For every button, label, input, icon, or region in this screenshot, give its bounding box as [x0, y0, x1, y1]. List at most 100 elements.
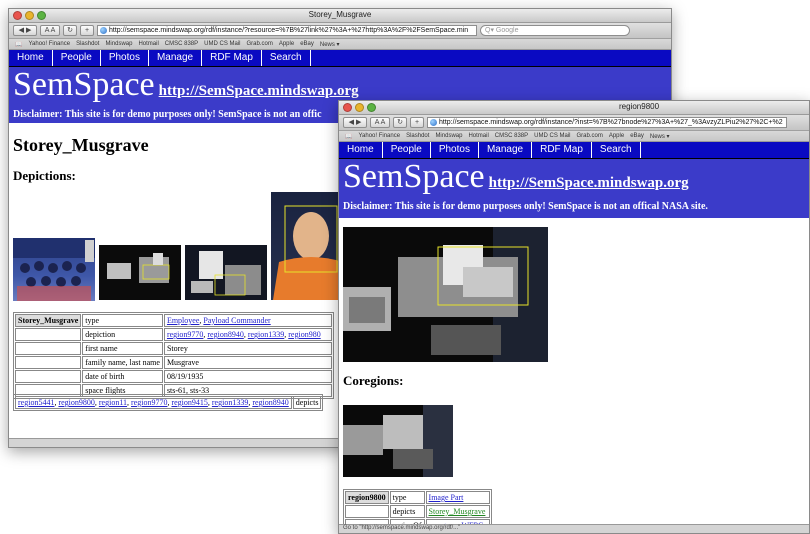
bookmark-item[interactable]: CMSC 838P — [165, 41, 198, 47]
value-link[interactable]: Storey_Musgrave — [429, 507, 486, 516]
bookmark-item[interactable]: Mindswap — [105, 41, 132, 47]
value-link[interactable]: Payload Commander — [203, 316, 270, 325]
subject-cell — [15, 342, 82, 355]
reload-icon[interactable]: ↻ — [63, 25, 77, 36]
bookmark-item[interactable]: Yahoo! Finance — [358, 133, 400, 139]
bookmarks-book-icon[interactable]: 📖 — [345, 133, 352, 140]
bookmarks-book-icon[interactable]: 📖 — [15, 41, 22, 48]
table-row: region5441, region9800, region11, region… — [15, 396, 322, 409]
spacewalk-thumbnail-1[interactable] — [99, 245, 181, 300]
address-field[interactable]: http://semspace.mindswap.org/rdf/instanc… — [427, 117, 787, 128]
table-row: depicts Storey_Musgrave — [345, 505, 490, 518]
address-field[interactable]: http://semspace.mindswap.org/rdf/instanc… — [97, 25, 477, 36]
window-title: Storey_Musgrave — [308, 10, 372, 19]
crew-photo-thumbnail[interactable] — [13, 238, 95, 301]
bookmark-item[interactable]: News ▾ — [650, 133, 670, 140]
logo-text: SemSpace — [13, 66, 155, 103]
add-bookmark-icon[interactable]: + — [80, 25, 94, 36]
value-link[interactable]: region980 — [288, 330, 320, 339]
table-row: date of birth 08/19/1935 — [15, 370, 332, 383]
value-link[interactable]: Image Part — [429, 493, 464, 502]
site-nav: Home People Photos Manage RDF Map Search — [9, 50, 671, 67]
title-bar[interactable]: region9800 — [339, 101, 809, 115]
bookmark-item[interactable]: Mindswap — [435, 133, 462, 139]
value-cell: region9770, region8940, region1339, regi… — [163, 328, 332, 341]
table-row: family name, last name Musgrave — [15, 356, 332, 369]
title-bar[interactable]: Storey_Musgrave — [9, 9, 671, 23]
bookmark-item[interactable]: Apple — [609, 133, 624, 139]
toolbar: ◀ ▶ A A ↻ + http://semspace.mindswap.org… — [9, 23, 671, 39]
site-url-link[interactable]: http://SemSpace.mindswap.org — [159, 83, 359, 99]
region-link[interactable]: region8940 — [252, 398, 288, 407]
bookmark-item[interactable]: eBay — [630, 133, 644, 139]
nav-photos[interactable]: Photos — [431, 142, 479, 158]
minimize-window-button[interactable] — [355, 103, 364, 112]
back-forward-buttons[interactable]: ◀ ▶ — [13, 25, 37, 36]
reload-icon[interactable]: ↻ — [393, 117, 407, 128]
region-link[interactable]: region11 — [99, 398, 127, 407]
bookmark-item[interactable]: News ▾ — [320, 41, 340, 48]
value-link[interactable]: region1339 — [248, 330, 284, 339]
bookmark-item[interactable]: Yahoo! Finance — [28, 41, 70, 47]
spacewalk-image-1 — [107, 253, 170, 283]
region-link[interactable]: region9770 — [131, 398, 167, 407]
nav-home[interactable]: Home — [339, 142, 383, 158]
property-cell: type — [82, 314, 163, 327]
nav-manage[interactable]: Manage — [149, 50, 203, 66]
nav-rdf-map[interactable]: RDF Map — [532, 142, 592, 158]
nav-home[interactable]: Home — [9, 50, 53, 66]
property-cell: depiction — [82, 328, 163, 341]
value-link[interactable]: Employee — [167, 316, 199, 325]
nav-photos[interactable]: Photos — [101, 50, 149, 66]
region-link[interactable]: region9415 — [171, 398, 207, 407]
bookmark-item[interactable]: Grab.com — [577, 133, 603, 139]
value-cell: Employee, Payload Commander — [163, 314, 332, 327]
region-link[interactable]: region1339 — [212, 398, 248, 407]
bookmark-item[interactable]: UMD CS Mail — [204, 41, 240, 47]
table-row: region9800 type Image Part — [345, 491, 490, 504]
subject-cell — [15, 328, 82, 341]
nav-people[interactable]: People — [383, 142, 431, 158]
value-cell: Musgrave — [163, 356, 332, 369]
back-forward-buttons[interactable]: ◀ ▶ — [343, 117, 367, 128]
site-logo: SemSpace http://SemSpace.mindswap.org — [339, 159, 809, 201]
bookmark-item[interactable]: Slashdot — [76, 41, 99, 47]
site-url-link[interactable]: http://SemSpace.mindswap.org — [489, 175, 689, 191]
site-nav: Home People Photos Manage RDF Map Search — [339, 142, 809, 159]
bookmark-item[interactable]: Grab.com — [247, 41, 273, 47]
property-cell: first name — [82, 342, 163, 355]
bookmark-item[interactable]: CMSC 838P — [495, 133, 528, 139]
value-cell: Image Part — [425, 491, 490, 504]
text-size-buttons[interactable]: A A — [40, 25, 60, 36]
region-link[interactable]: region9800 — [58, 398, 94, 407]
coregion-image — [343, 405, 453, 477]
region-link[interactable]: region5441 — [18, 398, 54, 407]
bookmark-item[interactable]: UMD CS Mail — [534, 133, 570, 139]
bookmark-item[interactable]: Slashdot — [406, 133, 429, 139]
bookmark-item[interactable]: eBay — [300, 41, 314, 47]
value-link[interactable]: region8940 — [207, 330, 243, 339]
close-window-button[interactable] — [343, 103, 352, 112]
nav-rdf-map[interactable]: RDF Map — [202, 50, 262, 66]
nav-search[interactable]: Search — [262, 50, 311, 66]
spacewalk-thumbnail-2[interactable] — [185, 245, 267, 300]
table-row: depiction region9770, region8940, region… — [15, 328, 332, 341]
coregion-thumbnail[interactable] — [343, 405, 453, 477]
bookmark-item[interactable]: Hotmail — [468, 133, 488, 139]
nav-people[interactable]: People — [53, 50, 101, 66]
text-size-buttons[interactable]: A A — [370, 117, 390, 128]
depicts-table: region5441, region9800, region11, region… — [13, 394, 324, 411]
window-title: region9800 — [619, 102, 660, 111]
zoom-window-button[interactable] — [367, 103, 376, 112]
bookmark-item[interactable]: Hotmail — [138, 41, 158, 47]
value-cell: 08/19/1935 — [163, 370, 332, 383]
value-cell: Storey — [163, 342, 332, 355]
property-cell: depicts — [389, 505, 425, 518]
nav-search[interactable]: Search — [592, 142, 641, 158]
region-photo[interactable] — [343, 227, 548, 362]
value-link[interactable]: region9770 — [167, 330, 203, 339]
nav-manage[interactable]: Manage — [479, 142, 533, 158]
add-bookmark-icon[interactable]: + — [410, 117, 424, 128]
search-field[interactable]: Q▾ Google — [480, 25, 630, 36]
bookmark-item[interactable]: Apple — [279, 41, 294, 47]
